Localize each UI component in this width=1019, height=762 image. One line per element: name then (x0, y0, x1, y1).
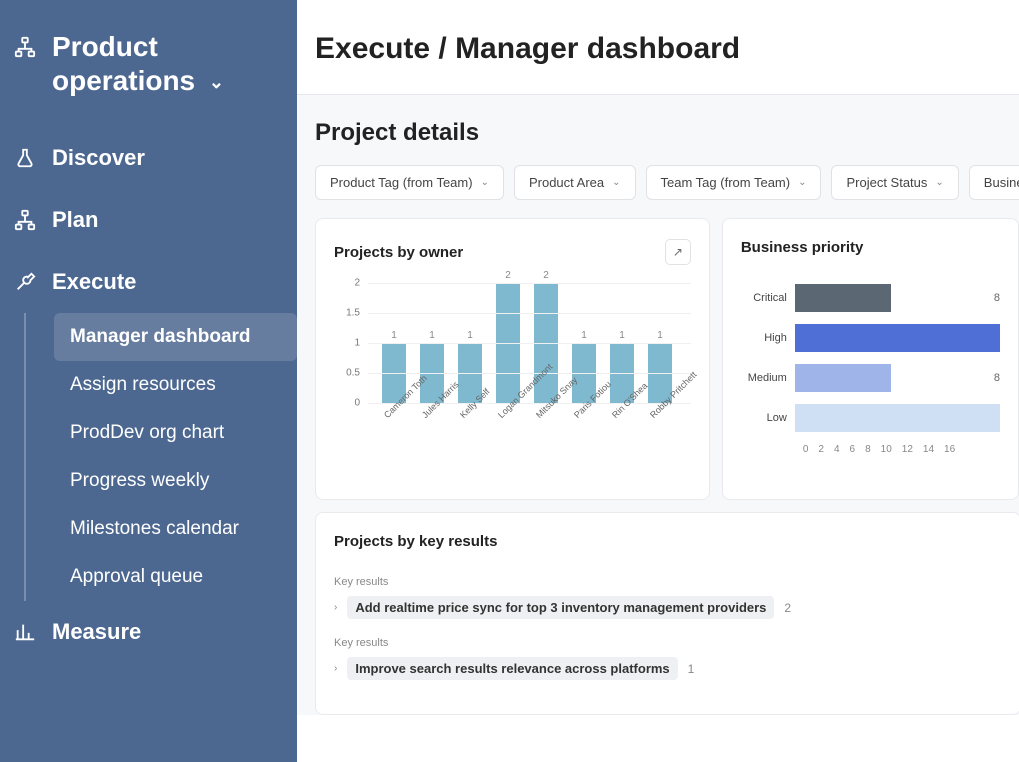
x-tick: 2 (818, 444, 824, 455)
subnav-execute: Manager dashboard Assign resources ProdD… (24, 313, 297, 601)
subnav-item-assign-resources[interactable]: Assign resources (54, 361, 297, 409)
hbar-label: Critical (741, 292, 795, 304)
filter-project-status[interactable]: Project Status⌄ (831, 165, 958, 200)
nav-label: Discover (52, 145, 145, 171)
workspace-title[interactable]: Product operations ⌄ (52, 30, 273, 97)
sidebar: Product operations ⌄ Discover Plan Execu… (0, 0, 297, 762)
nav-label: Measure (52, 619, 141, 645)
chevron-right-icon[interactable]: › (334, 663, 337, 674)
sidebar-header[interactable]: Product operations ⌄ (0, 10, 297, 127)
chevron-down-icon: ⌄ (798, 177, 806, 188)
bar-value: 1 (467, 330, 473, 341)
flask-icon (14, 147, 36, 169)
subnav-item-proddev-org-chart[interactable]: ProdDev org chart (54, 409, 297, 457)
x-tick: 12 (902, 444, 913, 455)
filter-product-area[interactable]: Product Area⌄ (514, 165, 636, 200)
subnav-item-milestones-calendar[interactable]: Milestones calendar (54, 505, 297, 553)
bar-value: 1 (657, 330, 663, 341)
chart-projects-by-owner: 00.511.52 11122111 Cameron TothJules Har… (334, 283, 691, 483)
x-tick: 10 (881, 444, 892, 455)
card-title: Projects by owner (334, 244, 463, 261)
nav-label: Execute (52, 269, 136, 295)
y-tick: 1 (354, 338, 360, 349)
hbar-label: Medium (741, 372, 795, 384)
hbar-row[interactable]: Low (741, 404, 1000, 432)
key-results-group-label: Key results (334, 576, 1002, 588)
sitemap-icon (14, 36, 36, 58)
bar-value: 1 (391, 330, 397, 341)
subnav-item-approval-queue[interactable]: Approval queue (54, 553, 297, 601)
hbar-row[interactable]: High (741, 324, 1000, 352)
cards-row: Projects by owner ↗ 00.511.52 11122111 C… (297, 218, 1019, 500)
chevron-down-icon: ⌄ (209, 72, 224, 94)
section-title: Project details (297, 95, 1019, 165)
subnav-item-progress-weekly[interactable]: Progress weekly (54, 457, 297, 505)
chevron-down-icon: ⌄ (481, 177, 489, 188)
chevron-right-icon[interactable]: › (334, 602, 337, 613)
x-tick: 16 (944, 444, 955, 455)
breadcrumb: Execute / Manager dashboard (297, 10, 1019, 95)
hbar-row[interactable]: Medium 8 (741, 364, 1000, 392)
subnav-item-manager-dashboard[interactable]: Manager dashboard (54, 313, 297, 361)
bar-value: 2 (505, 270, 511, 281)
bar-chart-icon (14, 621, 36, 643)
filter-bar: Product Tag (from Team)⌄ Product Area⌄ T… (297, 165, 1019, 218)
key-result-label: Add realtime price sync for top 3 invent… (347, 596, 774, 619)
chart-business-priority: Critical 8 High Medium 8 Low (741, 274, 1000, 432)
x-tick: 6 (850, 444, 856, 455)
key-result-label: Improve search results relevance across … (347, 657, 677, 680)
workspace-title-text: Product operations (52, 31, 195, 96)
nav-item-execute[interactable]: Execute (0, 251, 297, 313)
key-result-count: 2 (784, 601, 791, 615)
x-tick: 0 (803, 444, 809, 455)
card-business-priority: Business priority Critical 8 High Medium 8 Lo… (722, 218, 1019, 500)
content-area: Project details Product Tag (from Team)⌄… (297, 95, 1019, 715)
bar-value: 1 (581, 330, 587, 341)
key-result-count: 1 (688, 662, 695, 676)
chevron-down-icon: ⌄ (935, 177, 943, 188)
bar-value: 1 (429, 330, 435, 341)
x-tick: 4 (834, 444, 840, 455)
card-title: Business priority (741, 239, 864, 256)
key-results-group-label: Key results (334, 637, 1002, 649)
expand-button[interactable]: ↗ (665, 239, 691, 265)
expand-icon: ↗ (673, 245, 683, 259)
hbar-value: 8 (994, 372, 1000, 384)
x-tick: 8 (865, 444, 871, 455)
wrench-icon (14, 271, 36, 293)
bar-value: 2 (543, 270, 549, 281)
filter-product-tag[interactable]: Product Tag (from Team)⌄ (315, 165, 504, 200)
nav-label: Plan (52, 207, 98, 233)
hbar-value: 8 (994, 292, 1000, 304)
filter-business-priority[interactable]: Business P (969, 165, 1019, 200)
key-result-row[interactable]: › Add realtime price sync for top 3 inven… (334, 596, 1002, 619)
hbar-label: Low (741, 412, 795, 424)
nav-item-plan[interactable]: Plan (0, 189, 297, 251)
x-tick: 14 (923, 444, 934, 455)
filter-team-tag[interactable]: Team Tag (from Team)⌄ (646, 165, 822, 200)
card-projects-by-owner: Projects by owner ↗ 00.511.52 11122111 C… (315, 218, 710, 500)
card-projects-by-key-results: Projects by key results Key results › Add … (315, 512, 1019, 715)
chevron-down-icon: ⌄ (612, 177, 620, 188)
nav-item-measure[interactable]: Measure (0, 601, 297, 663)
y-tick: 1.5 (346, 308, 360, 319)
card-title: Projects by key results (334, 533, 1002, 550)
y-tick: 0 (354, 398, 360, 409)
sitemap-icon (14, 209, 36, 231)
nav-item-discover[interactable]: Discover (0, 127, 297, 189)
hbar-row[interactable]: Critical 8 (741, 284, 1000, 312)
main-panel: Execute / Manager dashboard Project deta… (297, 0, 1019, 762)
bar-value: 1 (619, 330, 625, 341)
y-tick: 2 (354, 278, 360, 289)
bar[interactable]: 2 (496, 270, 520, 403)
hbar-label: High (741, 332, 795, 344)
y-tick: 0.5 (346, 368, 360, 379)
key-result-row[interactable]: › Improve search results relevance across… (334, 657, 1002, 680)
